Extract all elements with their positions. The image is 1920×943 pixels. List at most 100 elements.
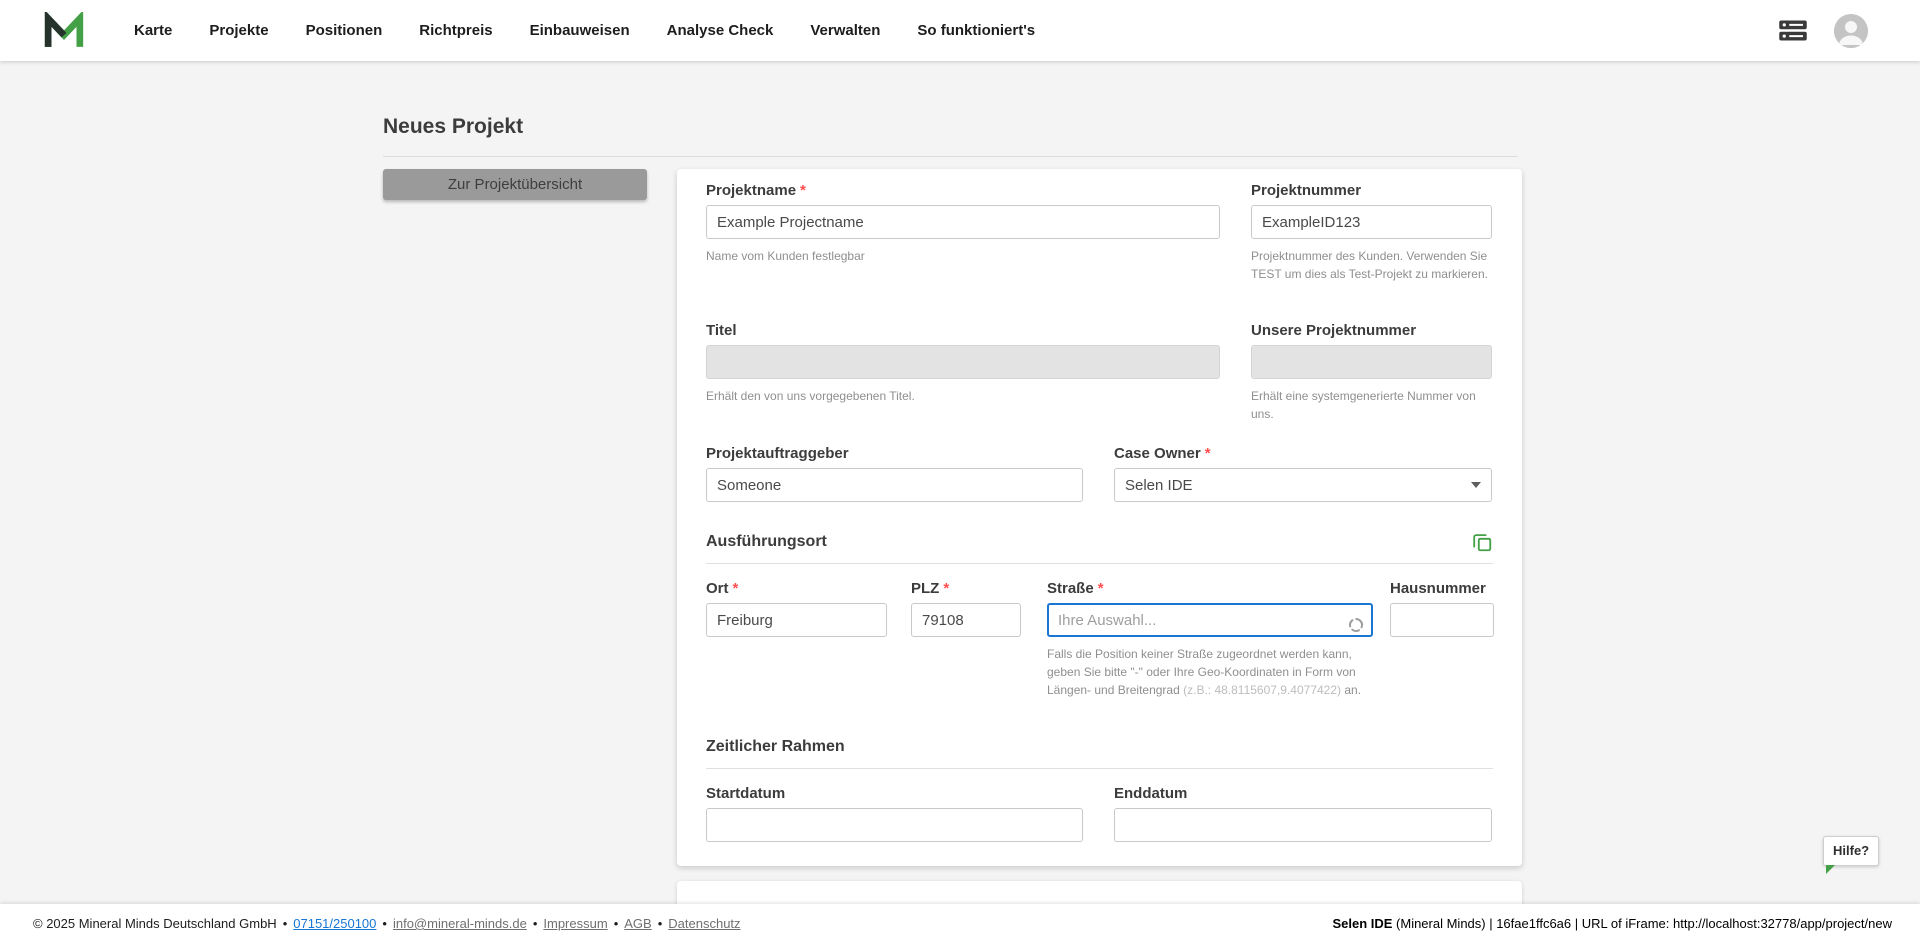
- required-marker: *: [1098, 580, 1104, 597]
- field-projektnummer: Projektnummer Projektnummer des Kunden. …: [1251, 182, 1492, 283]
- enddatum-input[interactable]: [1114, 808, 1492, 842]
- unsere-projektnummer-input: [1251, 345, 1492, 379]
- startdatum-input[interactable]: [706, 808, 1083, 842]
- chevron-down-icon: [1471, 482, 1481, 488]
- field-hausnummer: Hausnummer: [1390, 580, 1494, 637]
- case-owner-select[interactable]: Selen IDE: [1114, 468, 1492, 502]
- help-bubble-tail: [1826, 865, 1835, 874]
- top-navbar: Karte Projekte Positionen Richtpreis Ein…: [0, 0, 1920, 61]
- section-ausfuehrungsort: Ausführungsort: [706, 530, 1493, 554]
- footer-email-link[interactable]: info@mineral-minds.de: [393, 916, 527, 931]
- field-startdatum: Startdatum: [706, 785, 1083, 842]
- titel-label: Titel: [706, 322, 1220, 340]
- nav-item-einbauweisen[interactable]: Einbauweisen: [530, 22, 630, 39]
- case-owner-label: Case Owner*: [1114, 445, 1492, 463]
- projektnummer-helper: Projektnummer des Kunden. Verwenden Sie …: [1251, 247, 1492, 283]
- projektnummer-input[interactable]: [1251, 205, 1492, 239]
- field-plz: PLZ*: [911, 580, 1021, 637]
- footer-separator: •: [658, 916, 663, 931]
- projektname-input[interactable]: [706, 205, 1220, 239]
- case-owner-label-text: Case Owner: [1114, 445, 1201, 462]
- strasse-helper-suffix: an.: [1341, 683, 1361, 697]
- projektname-label-text: Projektname: [706, 182, 796, 199]
- nav-item-verwalten[interactable]: Verwalten: [810, 22, 880, 39]
- section-zeitlicher-rahmen: Zeitlicher Rahmen: [706, 735, 1493, 759]
- enddatum-label: Enddatum: [1114, 785, 1492, 803]
- required-marker: *: [1205, 445, 1211, 462]
- ort-label: Ort*: [706, 580, 887, 598]
- help-button[interactable]: Hilfe?: [1823, 836, 1879, 866]
- titel-input: [706, 345, 1220, 379]
- user-avatar[interactable]: [1834, 14, 1868, 48]
- main-content: Neues Projekt Zur Projektübersicht Proje…: [0, 61, 1920, 943]
- plz-label-text: PLZ: [911, 580, 939, 597]
- server-icon[interactable]: [1778, 19, 1808, 42]
- field-strasse: Straße* Falls die Position keiner Straße…: [1047, 580, 1373, 699]
- projektname-helper: Name vom Kunden festlegbar: [706, 247, 1220, 265]
- back-to-project-overview-button[interactable]: Zur Projektübersicht: [383, 169, 647, 200]
- required-marker: *: [733, 580, 739, 597]
- loading-spinner-icon: [1348, 617, 1364, 633]
- navbar-actions: [1778, 14, 1868, 48]
- footer-separator: •: [382, 916, 387, 931]
- hausnummer-input[interactable]: [1390, 603, 1494, 637]
- startdatum-label: Startdatum: [706, 785, 1083, 803]
- nav-item-analyse-check[interactable]: Analyse Check: [667, 22, 774, 39]
- strasse-input[interactable]: [1047, 603, 1373, 637]
- footer-left: © 2025 Mineral Minds Deutschland GmbH • …: [33, 916, 741, 931]
- nav-item-projekte[interactable]: Projekte: [209, 22, 268, 39]
- footer-impressum-link[interactable]: Impressum: [543, 916, 607, 931]
- plz-label: PLZ*: [911, 580, 1021, 598]
- ort-input[interactable]: [706, 603, 887, 637]
- person-icon: [1834, 14, 1868, 48]
- footer-phone-link[interactable]: 07151/250100: [293, 916, 376, 931]
- nav-item-so-funktionierts[interactable]: So funktioniert's: [917, 22, 1035, 39]
- strasse-label: Straße*: [1047, 580, 1373, 598]
- nav-item-richtpreis[interactable]: Richtpreis: [419, 22, 492, 39]
- brand-logo-icon: [44, 12, 84, 50]
- plz-input[interactable]: [911, 603, 1021, 637]
- titel-helper: Erhält den von uns vorgegebenen Titel.: [706, 387, 1220, 405]
- main-nav: Karte Projekte Positionen Richtpreis Ein…: [134, 22, 1035, 39]
- strasse-input-wrap: [1047, 603, 1373, 637]
- field-unsere-projektnummer: Unsere Projektnummer Erhält eine systemg…: [1251, 322, 1492, 423]
- ausfuehrungsort-heading: Ausführungsort: [706, 533, 827, 551]
- brand-logo[interactable]: [44, 12, 84, 50]
- project-form-card: Projektname* Name vom Kunden festlegbar …: [677, 169, 1522, 866]
- field-enddatum: Enddatum: [1114, 785, 1492, 842]
- footer-copyright: © 2025 Mineral Minds Deutschland GmbH: [33, 916, 277, 931]
- field-projektname: Projektname* Name vom Kunden festlegbar: [706, 182, 1220, 265]
- strasse-label-text: Straße: [1047, 580, 1094, 597]
- unsere-projektnummer-helper: Erhält eine systemgenerierte Nummer von …: [1251, 387, 1492, 423]
- footer-separator: •: [614, 916, 619, 931]
- nav-item-positionen[interactable]: Positionen: [306, 22, 383, 39]
- section-divider: [706, 768, 1493, 769]
- strasse-helper: Falls die Position keiner Straße zugeord…: [1047, 645, 1373, 699]
- nav-item-karte[interactable]: Karte: [134, 22, 172, 39]
- field-projektauftraggeber: Projektauftraggeber: [706, 445, 1083, 502]
- projektauftraggeber-label: Projektauftraggeber: [706, 445, 1083, 463]
- footer-session-info: Selen IDE (Mineral Minds) | 16fae1ffc6a6…: [1332, 916, 1892, 931]
- footer: © 2025 Mineral Minds Deutschland GmbH • …: [0, 904, 1920, 943]
- page-title: Neues Projekt: [383, 115, 523, 139]
- field-ort: Ort*: [706, 580, 887, 637]
- footer-separator: •: [533, 916, 538, 931]
- case-owner-selected-value: Selen IDE: [1125, 477, 1193, 494]
- help-button-label: Hilfe?: [1833, 843, 1869, 858]
- copy-icon[interactable]: [1471, 531, 1493, 553]
- footer-session-details: (Mineral Minds) | 16fae1ffc6a6 | URL of …: [1392, 916, 1892, 931]
- title-divider: [383, 156, 1518, 157]
- unsere-projektnummer-label: Unsere Projektnummer: [1251, 322, 1492, 340]
- field-titel: Titel Erhält den von uns vorgegebenen Ti…: [706, 322, 1220, 405]
- footer-session-user: Selen IDE: [1332, 916, 1392, 931]
- footer-agb-link[interactable]: AGB: [624, 916, 651, 931]
- footer-datenschutz-link[interactable]: Datenschutz: [668, 916, 740, 931]
- ort-label-text: Ort: [706, 580, 729, 597]
- projektauftraggeber-input[interactable]: [706, 468, 1083, 502]
- footer-separator: •: [283, 916, 288, 931]
- projektname-label: Projektname*: [706, 182, 1220, 200]
- projektnummer-label: Projektnummer: [1251, 182, 1492, 200]
- required-marker: *: [800, 182, 806, 199]
- hausnummer-label: Hausnummer: [1390, 580, 1494, 598]
- field-case-owner: Case Owner* Selen IDE: [1114, 445, 1492, 502]
